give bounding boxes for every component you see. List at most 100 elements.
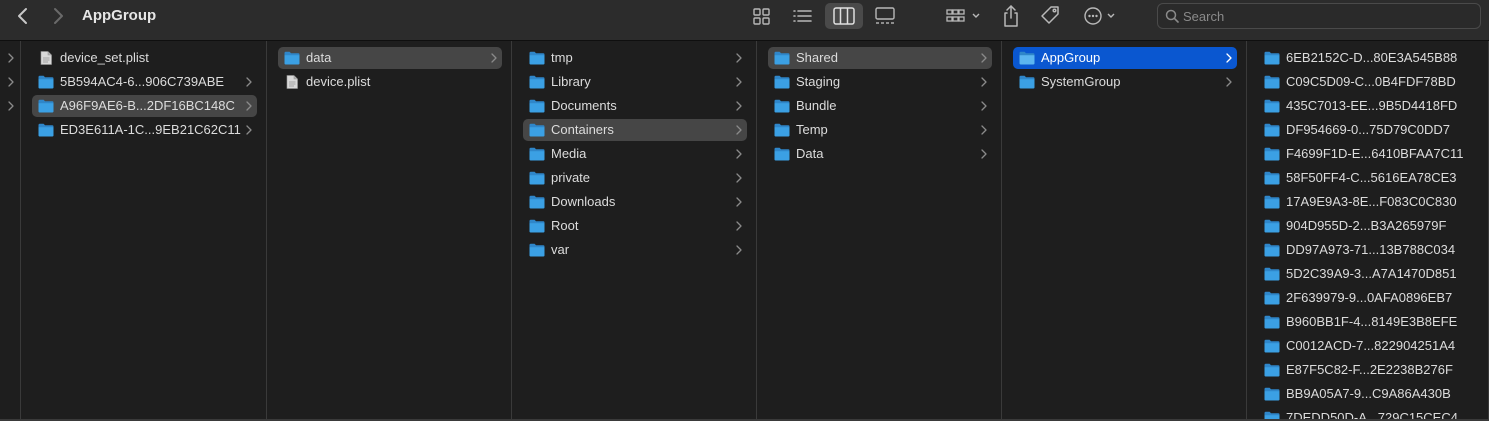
folder-item[interactable]: Root (523, 215, 747, 237)
folder-item[interactable]: B960BB1F-4...8149E3B8EFE (1258, 311, 1479, 333)
chevron-right-icon (736, 53, 742, 63)
folder-item[interactable]: Staging (768, 71, 992, 93)
folder-item[interactable]: tmp (523, 47, 747, 69)
folder-item[interactable]: ED3E611A-1C...9EB21C62C11 (32, 119, 257, 141)
folder-item[interactable]: SystemGroup (1013, 71, 1237, 93)
item-label: SystemGroup (1041, 74, 1121, 89)
item-label: Containers (551, 122, 614, 137)
folder-icon (38, 123, 54, 137)
folder-icon (1264, 99, 1280, 113)
folder-icon (529, 147, 545, 161)
more-actions-button[interactable] (1080, 3, 1120, 29)
folder-item[interactable]: data (278, 47, 502, 69)
folder-item[interactable]: 904D955D-2...B3A265979F (1258, 215, 1479, 237)
icon-view-button[interactable] (747, 3, 777, 29)
folder-item[interactable]: Containers (523, 119, 747, 141)
folder-item[interactable]: Bundle (768, 95, 992, 117)
folder-item[interactable]: 435C7013-EE...9B5D4418FD (1258, 95, 1479, 117)
browser-column-0[interactable] (0, 41, 21, 421)
folder-item[interactable]: 5B594AC4-6...906C739ABE (32, 71, 257, 93)
folder-item[interactable]: BB9A05A7-9...C9A86A430B (1258, 383, 1479, 405)
folder-item[interactable]: Media (523, 143, 747, 165)
share-button[interactable] (998, 3, 1024, 29)
chevron-left-icon (18, 8, 27, 24)
item-label: Documents (551, 98, 617, 113)
item-label: private (551, 170, 591, 185)
back-button[interactable] (12, 6, 36, 26)
folder-item[interactable]: DF954669-0...75D79C0DD7 (1258, 119, 1479, 141)
folder-item[interactable]: private (523, 167, 747, 189)
folder-item[interactable] (0, 71, 19, 93)
folder-icon (774, 75, 790, 89)
chevron-right-icon (981, 149, 987, 159)
folder-item[interactable]: var (523, 239, 747, 261)
folder-item[interactable]: C09C5D09-C...0B4FDF78BD (1258, 71, 1479, 93)
folder-item[interactable] (0, 95, 19, 117)
folder-item[interactable]: F4699F1D-E...6410BFAA7C11 (1258, 143, 1479, 165)
folder-item[interactable]: 5D2C39A9-3...A7A1470D851 (1258, 263, 1479, 285)
browser-column-5[interactable]: AppGroup SystemGroup (1003, 41, 1247, 421)
folder-icon (529, 51, 545, 65)
folder-icon (1264, 51, 1280, 65)
folder-icon (38, 75, 54, 89)
file-item[interactable]: device_set.plist (32, 47, 257, 69)
folder-item[interactable]: Temp (768, 119, 992, 141)
folder-item[interactable]: 6EB2152C-D...80E3A545B88 (1258, 47, 1479, 69)
folder-icon (1264, 339, 1280, 353)
forward-button[interactable] (46, 6, 70, 26)
folder-item[interactable]: 58F50FF4-C...5616EA78CE3 (1258, 167, 1479, 189)
folder-item[interactable]: Library (523, 71, 747, 93)
folder-item[interactable]: 17A9E9A3-8E...F083C0C830 (1258, 191, 1479, 213)
chevron-right-icon (981, 77, 987, 87)
folder-icon (1264, 291, 1280, 305)
item-label: Downloads (551, 194, 616, 209)
browser-column-6[interactable]: 6EB2152C-D...80E3A545B88 C09C5D09-C...0B4… (1248, 41, 1489, 421)
item-label: Media (551, 146, 587, 161)
folder-item[interactable]: Shared (768, 47, 992, 69)
tag-button[interactable] (1037, 3, 1063, 29)
folder-item[interactable]: Data (768, 143, 992, 165)
item-label: C09C5D09-C...0B4FDF78BD (1286, 74, 1456, 89)
gallery-view-icon (875, 7, 895, 24)
folder-icon (1264, 147, 1280, 161)
column-view-button[interactable] (825, 3, 863, 29)
search-field[interactable] (1157, 3, 1481, 29)
share-icon (1004, 5, 1018, 27)
group-by-button[interactable] (942, 3, 984, 29)
item-label: var (551, 242, 570, 257)
folder-item[interactable]: AppGroup (1013, 47, 1237, 69)
chevron-right-icon (491, 53, 497, 63)
folder-item[interactable] (0, 47, 19, 69)
folder-item[interactable]: C0012ACD-7...822904251A4 (1258, 335, 1479, 357)
folder-item[interactable]: Documents (523, 95, 747, 117)
browser-column-2[interactable]: data device.plist (268, 41, 512, 421)
gallery-view-button[interactable] (870, 3, 900, 29)
folder-item[interactable]: DD97A973-71...13B788C034 (1258, 239, 1479, 261)
browser-column-3[interactable]: tmp Library Documents Containers Media privat… (513, 41, 757, 421)
list-view-button[interactable] (788, 3, 818, 29)
chevron-right-icon (981, 125, 987, 135)
chevron-right-icon (246, 125, 252, 135)
item-label: C0012ACD-7...822904251A4 (1286, 338, 1456, 353)
tag-icon (1041, 6, 1059, 24)
folder-icon (1019, 75, 1035, 89)
chevron-right-icon (246, 77, 252, 87)
window-title: AppGroup (82, 7, 157, 24)
file-item[interactable]: device.plist (278, 71, 502, 93)
folder-icon (529, 75, 545, 89)
item-label: device.plist (306, 74, 371, 89)
item-label: A96F9AE6-B...2DF16BC148C (60, 98, 235, 113)
grid-view-icon (753, 8, 770, 25)
chevron-right-icon (736, 173, 742, 183)
search-input[interactable] (1183, 7, 1473, 25)
folder-item[interactable]: Downloads (523, 191, 747, 213)
chevron-right-icon (736, 77, 742, 87)
folder-item[interactable]: 2F639979-9...0AFA0896EB7 (1258, 287, 1479, 309)
browser-column-4[interactable]: Shared Staging Bundle Temp Data (758, 41, 1002, 421)
folder-item[interactable]: A96F9AE6-B...2DF16BC148C (32, 95, 257, 117)
folder-item[interactable]: E87F5C82-F...2E2238B276F (1258, 359, 1479, 381)
browser-column-1[interactable]: device_set.plist 5B594AC4-6...906C739ABE A… (22, 41, 267, 421)
folder-icon (1264, 123, 1280, 137)
chevron-right-icon (8, 77, 14, 87)
item-label: 2F639979-9...0AFA0896EB7 (1286, 290, 1453, 305)
